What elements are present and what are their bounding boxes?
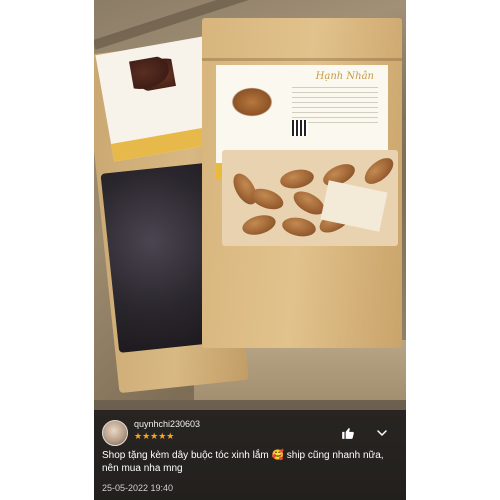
reviewer-username[interactable]: quynhchi230603	[134, 419, 200, 429]
almond	[240, 211, 278, 239]
zip-seal	[202, 58, 402, 61]
thumbs-up-icon[interactable]	[341, 426, 355, 440]
chevron-down-icon[interactable]	[376, 427, 388, 439]
review-comment: Shop tặng kèm dây buộc tóc xinh lắm 🥰 sh…	[102, 450, 384, 474]
almond	[278, 167, 316, 191]
review-overlay: quynhchi230603 ★★★★★ Shop tặng kèm dây b…	[94, 410, 406, 500]
dates-image	[129, 54, 176, 94]
product-label-title: Hạnh Nhân	[315, 71, 374, 82]
rating-stars: ★★★★★	[134, 431, 175, 441]
almond	[360, 153, 398, 189]
review-date: 25-05-2022 19:40	[102, 483, 174, 493]
almond	[247, 184, 287, 214]
almond-image	[228, 85, 276, 119]
almond	[280, 215, 318, 239]
qr-code	[292, 120, 308, 136]
avatar[interactable]	[102, 420, 128, 446]
